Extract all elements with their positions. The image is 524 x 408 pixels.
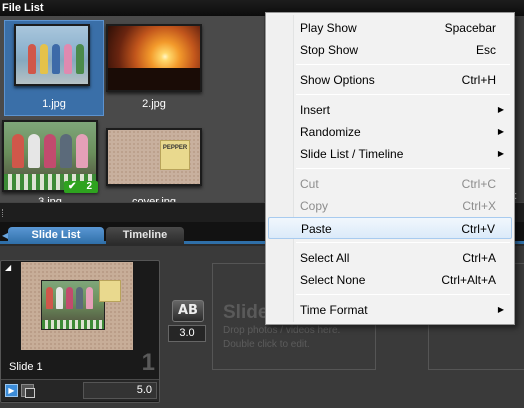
- menu-item-cut[interactable]: Cut Ctrl+C: [268, 173, 512, 195]
- transition-duration[interactable]: 3.0: [168, 325, 206, 342]
- menu-item-randomize[interactable]: Randomize ▶: [268, 121, 512, 143]
- file-item-1[interactable]: 1.jpg: [4, 20, 104, 120]
- splitter-grip-icon[interactable]: [2, 209, 5, 217]
- submenu-arrow-icon: ▶: [497, 127, 504, 136]
- file-list-title: File List: [0, 0, 264, 16]
- menu-item-select-none[interactable]: Select None Ctrl+Alt+A: [268, 269, 512, 291]
- menu-item-insert[interactable]: Insert ▶: [268, 99, 512, 121]
- slide-number: 1: [141, 349, 155, 376]
- slide-card[interactable]: ◢ Slide 1 1 ▶ 5.0: [0, 260, 160, 403]
- transition-icon[interactable]: AB: [172, 300, 204, 322]
- menu-item-paste[interactable]: Paste Ctrl+V: [268, 217, 512, 239]
- duplicate-icon[interactable]: [21, 384, 35, 398]
- menu-item-time-format[interactable]: Time Format ▶: [268, 299, 512, 321]
- menu-item-select-all[interactable]: Select All Ctrl+A: [268, 247, 512, 269]
- menu-item-show-options[interactable]: Show Options Ctrl+H: [268, 69, 512, 91]
- context-menu: Play Show Spacebar Stop Show Esc Show Op…: [265, 12, 515, 325]
- slide-preview: [21, 262, 133, 350]
- check-icon: ✔: [68, 181, 77, 192]
- slide-controls: ▶ 5.0: [1, 379, 159, 401]
- menu-separator: [296, 294, 510, 295]
- file-name: 2.jpg: [142, 98, 166, 110]
- thumbnail-cover-photo: PEPPER: [106, 128, 202, 186]
- hint-line-2: Double click to edit.: [223, 339, 310, 350]
- tab-slide-list[interactable]: Slide List: [8, 227, 104, 244]
- thumbnail-sunset-photo: [106, 24, 202, 92]
- slide-name: Slide 1: [9, 361, 43, 373]
- menu-separator: [296, 168, 510, 169]
- slide-duration[interactable]: 5.0: [83, 382, 157, 399]
- file-list-panel: File List 1.jpg 2.jpg 3.jpg ✔: [0, 0, 264, 208]
- menu-item-slide-list-timeline[interactable]: Slide List / Timeline ▶: [268, 143, 512, 165]
- file-item-2[interactable]: 2.jpg: [104, 20, 204, 120]
- slide-arrow-icon: ◢: [5, 263, 12, 272]
- thumbnail-beach-photo: [14, 24, 90, 86]
- empty-slide-hint: Drop photos / videos here. Double click …: [223, 324, 340, 352]
- file-name: 1.jpg: [42, 98, 66, 110]
- tab-timeline[interactable]: Timeline: [106, 227, 184, 244]
- submenu-arrow-icon: ▶: [497, 149, 504, 158]
- submenu-arrow-icon: ▶: [497, 305, 504, 314]
- submenu-arrow-icon: ▶: [497, 105, 504, 114]
- used-count: 2: [86, 181, 92, 192]
- menu-separator: [296, 64, 510, 65]
- menu-item-stop-show[interactable]: Stop Show Esc: [268, 39, 512, 61]
- menu-item-play-show[interactable]: Play Show Spacebar: [268, 17, 512, 39]
- menu-separator: [296, 94, 510, 95]
- menu-item-copy[interactable]: Copy Ctrl+X: [268, 195, 512, 217]
- note-paper: PEPPER: [160, 140, 190, 170]
- hint-line-1: Drop photos / videos here.: [223, 325, 341, 336]
- play-icon[interactable]: ▶: [5, 384, 18, 397]
- menu-separator: [296, 242, 510, 243]
- used-count-badge: ✔ 2: [64, 181, 98, 193]
- empty-slide-title: Slide: [223, 302, 269, 323]
